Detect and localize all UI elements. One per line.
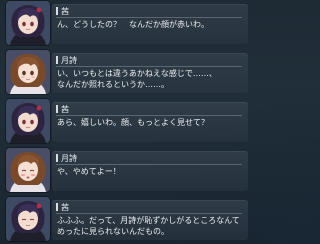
backlog-panel[interactable]: 茜 ん、どうしたの？ なんだか顔が赤いわ。 月詩 い、いつもとは違うあかねえな感…: [0, 0, 250, 244]
log-entry: 月詩 や、やめてよー！: [0, 148, 250, 195]
name-marker: [56, 56, 58, 64]
name-marker: [56, 154, 58, 162]
log-entry: 月詩 い、いつもとは違うあかねえな感じで……、 なんだか照れるというか……。: [0, 50, 250, 97]
speaker-name: 茜: [56, 104, 69, 115]
name-divider: [56, 17, 242, 18]
portrait-akane: [6, 197, 50, 241]
dialogue-bubble[interactable]: 茜 ん、どうしたの？ なんだか顔が赤いわ。: [52, 4, 248, 44]
portrait-tsukushi: [6, 50, 50, 94]
dialogue-bubble[interactable]: 茜 あら、嬉しいわ。顔、もっとよく見せて？: [52, 102, 248, 142]
dialogue-line: や、やめてよー！: [57, 167, 121, 176]
dialogue-line: ふふふ。だって、月詩が恥ずかしがるところなんて: [57, 216, 240, 225]
portrait-akane: [6, 1, 50, 45]
name-divider: [56, 213, 242, 214]
dialogue-bubble[interactable]: 月詩 い、いつもとは違うあかねえな感じで……、 なんだか照れるというか……。: [52, 53, 248, 93]
log-entry: 茜 ふふふ。だって、月詩が恥ずかしがるところなんて めったに見られないんだもの。: [0, 197, 250, 244]
log-entry: 茜 あら、嬉しいわ。顔、もっとよく見せて？: [0, 99, 250, 146]
speaker-name: 茜: [56, 202, 69, 213]
speaker-name: 月詩: [56, 55, 77, 66]
name-marker: [56, 105, 58, 113]
dialogue-bubble[interactable]: 月詩 や、やめてよー！: [52, 151, 248, 191]
portrait-tsukushi: [6, 148, 50, 192]
dialogue-line: めったに見られないんだもの。: [57, 227, 169, 236]
name-divider: [56, 66, 242, 67]
log-entry: 茜 ん、どうしたの？ なんだか顔が赤いわ。: [0, 1, 250, 48]
speaker-name: 茜: [56, 6, 69, 17]
dialogue-bubble[interactable]: 茜 ふふふ。だって、月詩が恥ずかしがるところなんて めったに見られないんだもの。: [52, 200, 248, 240]
dialogue-line: あら、嬉しいわ。顔、もっとよく見せて？: [57, 118, 209, 127]
speaker-name: 月詩: [56, 153, 77, 164]
name-marker: [56, 7, 58, 15]
portrait-akane: [6, 99, 50, 143]
dialogue-line: ん、どうしたの？ なんだか顔が赤いわ。: [57, 20, 209, 29]
name-divider: [56, 115, 242, 116]
name-divider: [56, 164, 242, 165]
name-marker: [56, 203, 58, 211]
dialogue-line: い、いつもとは違うあかねえな感じで……、: [57, 69, 217, 78]
dialogue-line: なんだか照れるというか……。: [57, 80, 169, 89]
